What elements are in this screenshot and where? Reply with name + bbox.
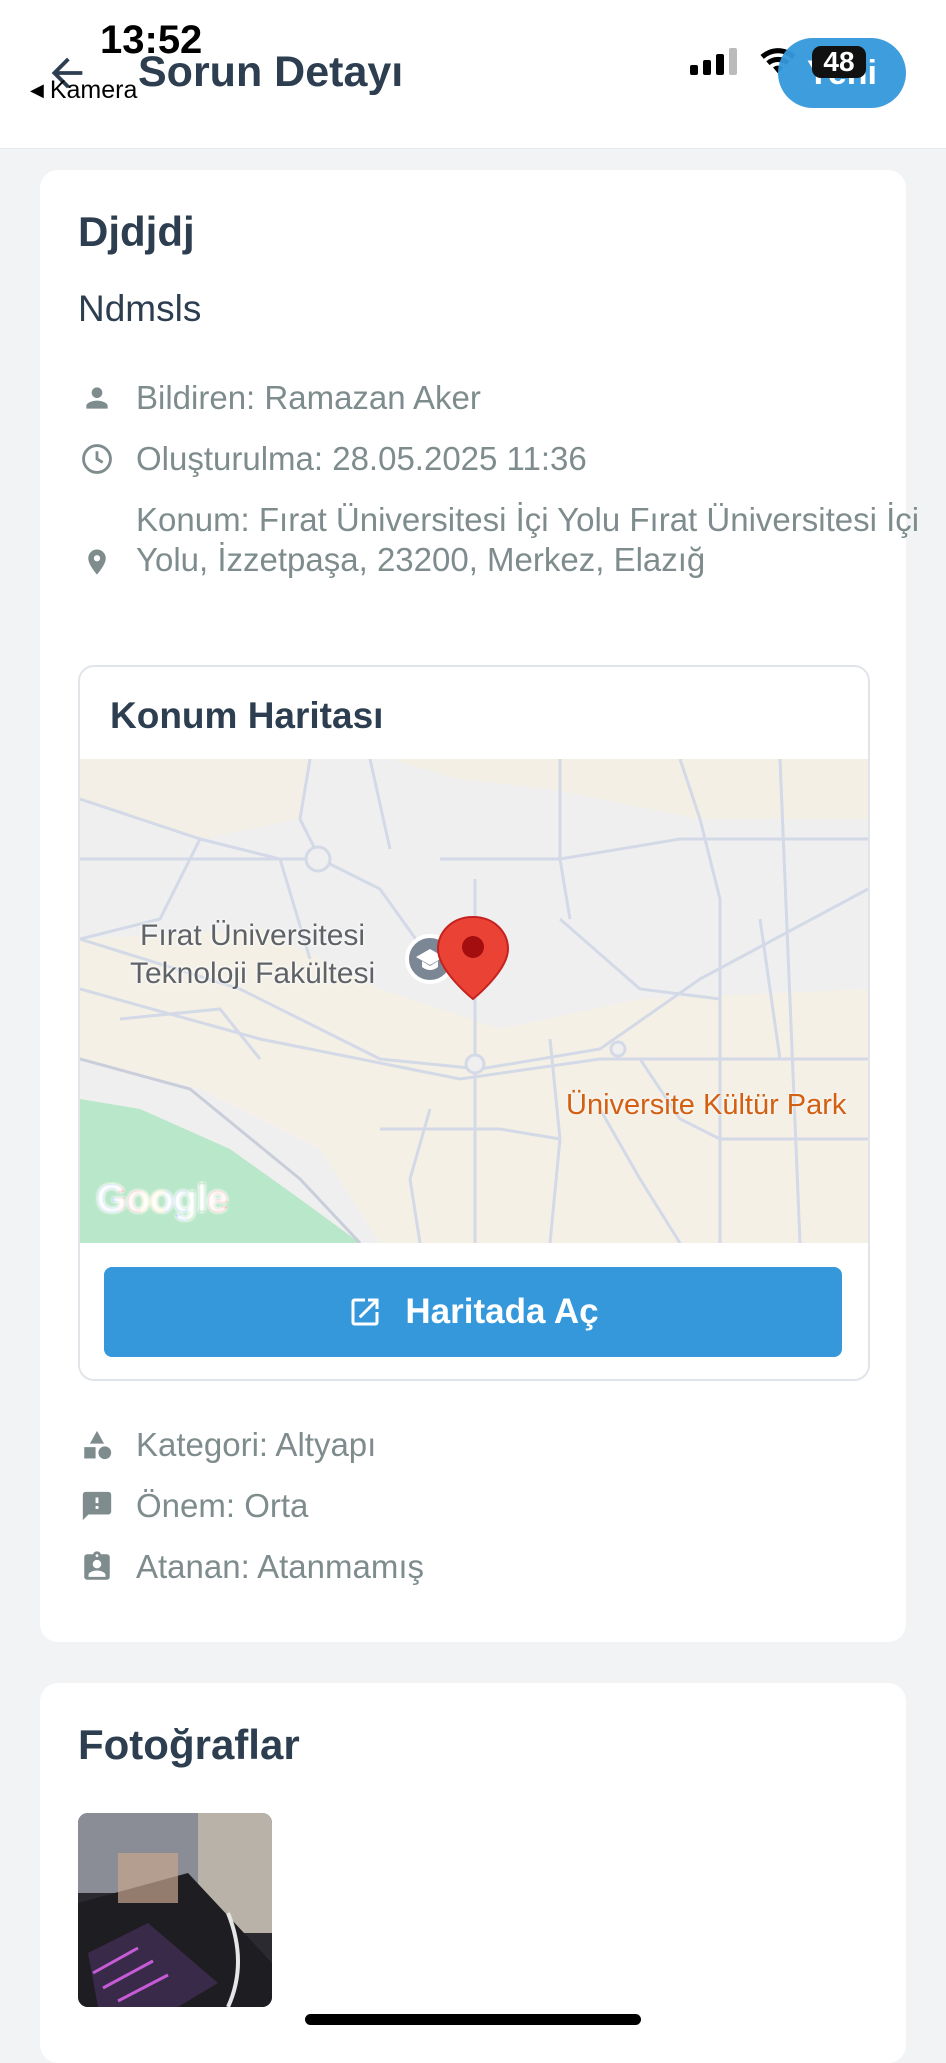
- feedback-alert-icon: [78, 1486, 116, 1526]
- assignee-row: Atanan: Atanmamış: [78, 1547, 424, 1587]
- poi-label-line1: Fırat Üniversitesi: [140, 919, 366, 952]
- photos-title: Fotoğraflar: [78, 1721, 300, 1768]
- back-triangle-icon: ◀: [30, 80, 44, 100]
- issue-detail-card: Djdjdj Ndmsls Bildiren: Ramazan Aker Olu…: [40, 170, 919, 1642]
- reporter-row: Bildiren: Ramazan Aker: [78, 378, 481, 418]
- park-label: Üniversite Kültür Park: [566, 1089, 847, 1121]
- back-to-app[interactable]: ◀ Kamera: [30, 76, 137, 105]
- poi-label-line2: Teknoloji Fakültesi: [130, 957, 376, 990]
- google-logo: Google: [96, 1177, 229, 1222]
- open-in-maps-button[interactable]: Haritada Aç: [104, 1267, 842, 1357]
- open-in-maps-label: Haritada Aç: [405, 1292, 599, 1331]
- back-app-label: Kamera: [49, 76, 138, 104]
- location-row: Konum: Fırat Üniversitesi İçi Yolu Fırat…: [78, 500, 926, 624]
- priority-row: Önem: Orta: [78, 1486, 308, 1526]
- assignee-text: Atanan: Atanmamış: [136, 1548, 424, 1585]
- photos-card: Fotoğraflar: [40, 1683, 906, 2063]
- page-title: Sorun Detayı: [138, 48, 404, 96]
- app-header: 13:52 ◀ Kamera Sorun Detayı Yeni 48: [0, 0, 946, 149]
- battery-indicator: 48: [812, 46, 866, 78]
- external-link-icon: [351, 1298, 379, 1326]
- photo-image: [78, 1813, 272, 2007]
- created-row: Oluşturulma: 28.05.2025 11:36: [78, 439, 587, 479]
- poi-label: Fırat Üniversitesi Teknoloji Fakültesi: [130, 917, 375, 993]
- map-title: Konum Haritası: [110, 695, 384, 736]
- google-logo-text: Google: [96, 1177, 229, 1221]
- shapes-icon: [78, 1425, 116, 1465]
- location-map-card: Konum Haritası Fırat Üniversitesi Teknol…: [78, 665, 870, 1381]
- issue-title: Djdjdj: [78, 208, 195, 255]
- issue-description: Ndmsls: [78, 288, 202, 329]
- assignment-ind-icon: [78, 1547, 116, 1587]
- location-pin-icon: [78, 500, 116, 624]
- created-text: Oluşturulma: 28.05.2025 11:36: [136, 440, 587, 477]
- priority-text: Önem: Orta: [136, 1487, 309, 1524]
- photo-thumbnail[interactable]: [78, 1813, 272, 2007]
- person-icon: [78, 378, 116, 418]
- clock-icon: [78, 439, 116, 479]
- category-row: Kategori: Altyapı: [78, 1425, 376, 1465]
- category-text: Kategori: Altyapı: [136, 1426, 377, 1463]
- reporter-text: Bildiren: Ramazan Aker: [136, 379, 481, 416]
- map-view[interactable]: Fırat Üniversitesi Teknoloji Fakültesi Ü…: [80, 759, 868, 1243]
- signal-icon: [690, 48, 737, 75]
- map-tiles: [80, 759, 868, 1243]
- location-text: Konum: Fırat Üniversitesi İçi Yolu Fırat…: [136, 501, 920, 578]
- home-indicator: [305, 2014, 641, 2025]
